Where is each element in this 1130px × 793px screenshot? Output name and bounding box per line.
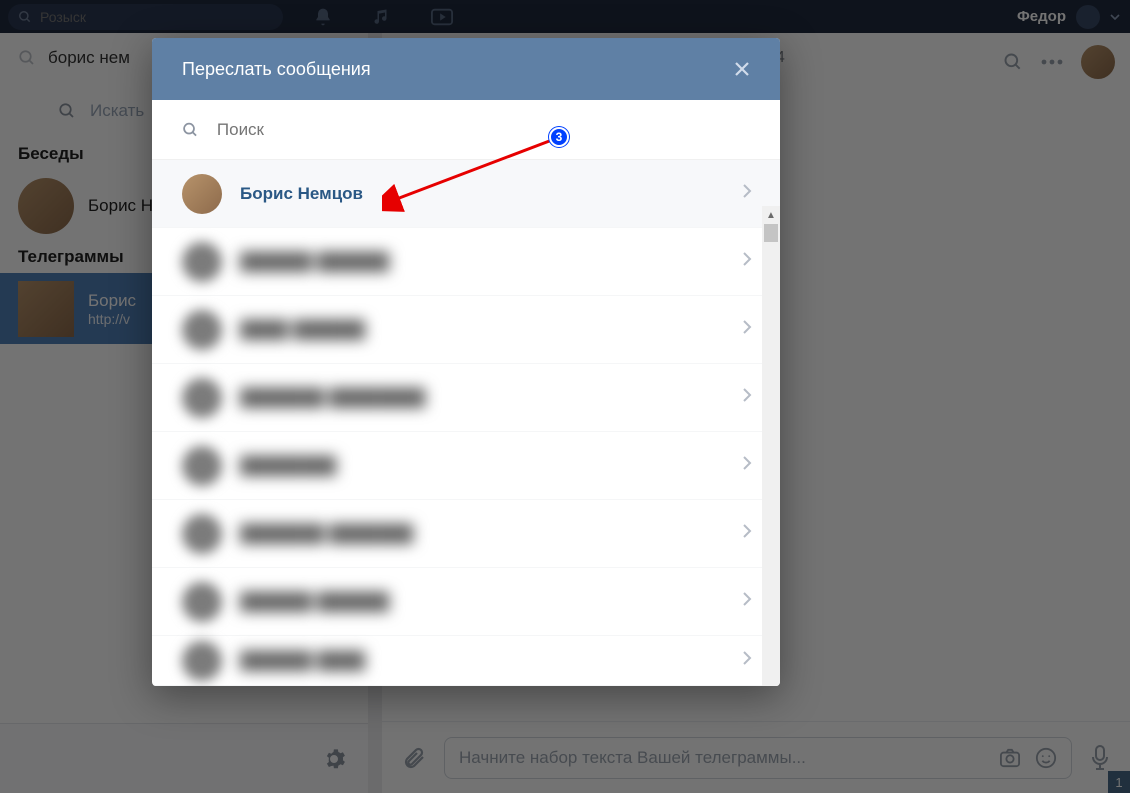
- contact-name: ████ ██████: [240, 320, 365, 340]
- chevron-right-icon: [742, 455, 752, 476]
- chevron-right-icon: [742, 183, 752, 204]
- contact-name: ██████ ████: [240, 651, 365, 671]
- close-icon[interactable]: [734, 61, 750, 77]
- chevron-right-icon: [742, 650, 752, 671]
- avatar: [182, 242, 222, 282]
- avatar: [182, 446, 222, 486]
- annotation-number: 3: [556, 130, 563, 144]
- avatar: [182, 514, 222, 554]
- search-icon: [182, 121, 199, 139]
- scroll-thumb[interactable]: [764, 224, 778, 242]
- contact-item[interactable]: ██████ ████: [152, 636, 780, 686]
- contact-name: ███████ ████████: [240, 388, 425, 408]
- avatar: [182, 378, 222, 418]
- scroll-track[interactable]: [762, 224, 780, 686]
- chevron-right-icon: [742, 387, 752, 408]
- contact-name: ██████ ██████: [240, 252, 389, 272]
- contact-item[interactable]: ██████ ██████: [152, 568, 780, 636]
- contact-item[interactable]: ██████ ██████: [152, 228, 780, 296]
- chevron-right-icon: [742, 319, 752, 340]
- scroll-up-icon[interactable]: ▲: [762, 206, 780, 224]
- contact-item[interactable]: ████ ██████: [152, 296, 780, 364]
- chevron-right-icon: [742, 523, 752, 544]
- contact-item[interactable]: ███████ ████████: [152, 364, 780, 432]
- avatar: [182, 310, 222, 350]
- chevron-right-icon: [742, 251, 752, 272]
- modal-scrollbar[interactable]: ▲ ▼: [762, 206, 780, 686]
- annotation-badge: 3: [549, 127, 569, 147]
- chevron-right-icon: [742, 591, 752, 612]
- contact-item[interactable]: ███████ ███████: [152, 500, 780, 568]
- modal-contact-list: Борис Немцов ██████ ██████ ████ ██████ █…: [152, 160, 780, 686]
- contact-name: ███████ ███████: [240, 524, 413, 544]
- modal-header: Переслать сообщения: [152, 38, 780, 100]
- contact-item[interactable]: ████████: [152, 432, 780, 500]
- avatar: [182, 582, 222, 622]
- avatar: [182, 174, 222, 214]
- contact-name: ████████: [240, 456, 336, 476]
- contact-name: ██████ ██████: [240, 592, 389, 612]
- avatar: [182, 641, 222, 681]
- contact-name: Борис Немцов: [240, 184, 363, 204]
- modal-title: Переслать сообщения: [182, 59, 371, 80]
